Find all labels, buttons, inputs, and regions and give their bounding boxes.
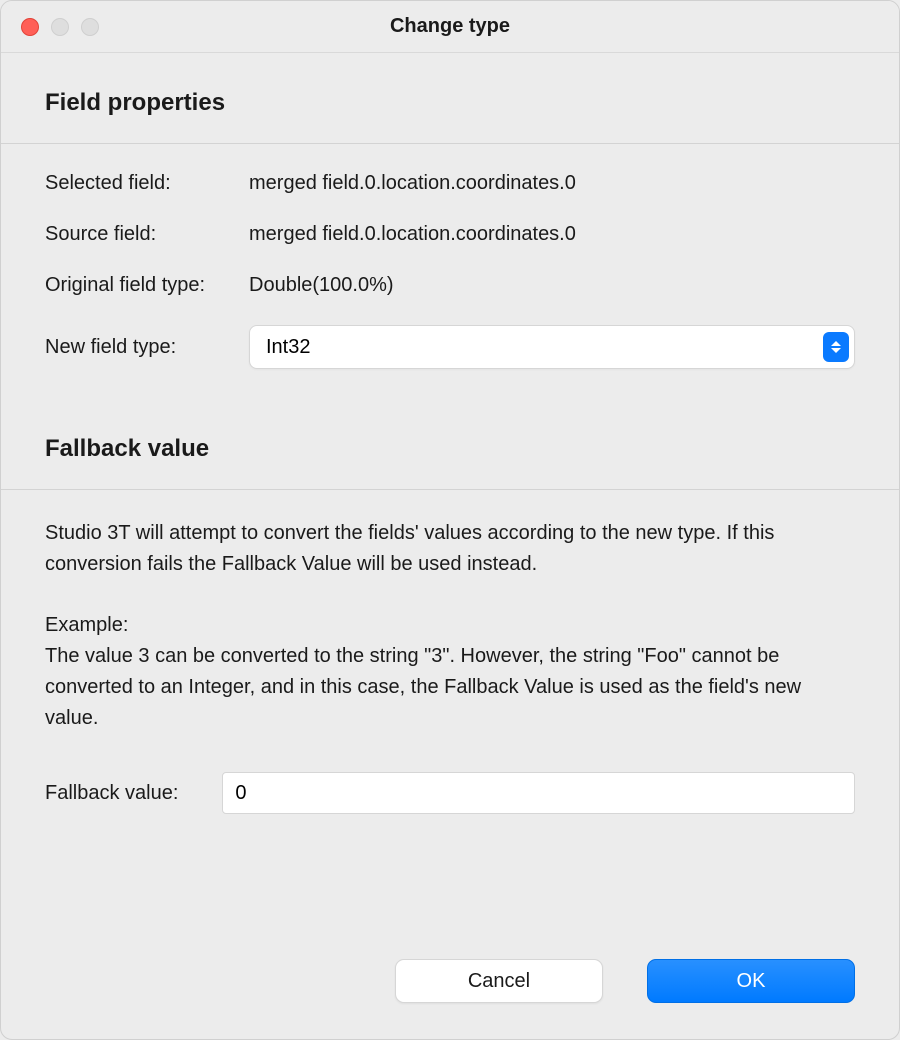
fallback-value-input[interactable] bbox=[222, 772, 855, 814]
window-controls bbox=[21, 18, 99, 36]
fallback-example-label: Example: bbox=[45, 610, 855, 641]
new-field-type-select[interactable] bbox=[249, 325, 855, 369]
dialog-buttons: Cancel OK bbox=[1, 907, 899, 1039]
field-properties-grid: Selected field: merged field.0.location.… bbox=[1, 144, 899, 379]
maximize-window-button[interactable] bbox=[81, 18, 99, 36]
fallback-description: Studio 3T will attempt to convert the fi… bbox=[1, 490, 899, 734]
field-properties-heading: Field properties bbox=[1, 53, 899, 143]
fallback-value-heading: Fallback value bbox=[1, 379, 899, 489]
source-field-value: merged field.0.location.coordinates.0 bbox=[249, 223, 855, 246]
minimize-window-button[interactable] bbox=[51, 18, 69, 36]
close-window-button[interactable] bbox=[21, 18, 39, 36]
original-field-type-label: Original field type: bbox=[45, 274, 245, 297]
fallback-description-text: Studio 3T will attempt to convert the fi… bbox=[45, 518, 855, 580]
fallback-input-row: Fallback value: bbox=[1, 734, 899, 814]
cancel-button[interactable]: Cancel bbox=[395, 959, 603, 1003]
window-title: Change type bbox=[1, 15, 899, 38]
dialog-window: Change type Field properties Selected fi… bbox=[0, 0, 900, 1040]
ok-button[interactable]: OK bbox=[647, 959, 855, 1003]
fallback-value-label: Fallback value: bbox=[45, 782, 178, 805]
source-field-label: Source field: bbox=[45, 223, 245, 246]
new-field-type-select-wrapper bbox=[249, 325, 855, 369]
new-field-type-label: New field type: bbox=[45, 336, 245, 359]
dialog-content: Field properties Selected field: merged … bbox=[1, 53, 899, 1039]
titlebar: Change type bbox=[1, 1, 899, 53]
selected-field-label: Selected field: bbox=[45, 172, 245, 195]
fallback-example-text: The value 3 can be converted to the stri… bbox=[45, 641, 855, 734]
selected-field-value: merged field.0.location.coordinates.0 bbox=[249, 172, 855, 195]
original-field-type-value: Double(100.0%) bbox=[249, 274, 855, 297]
